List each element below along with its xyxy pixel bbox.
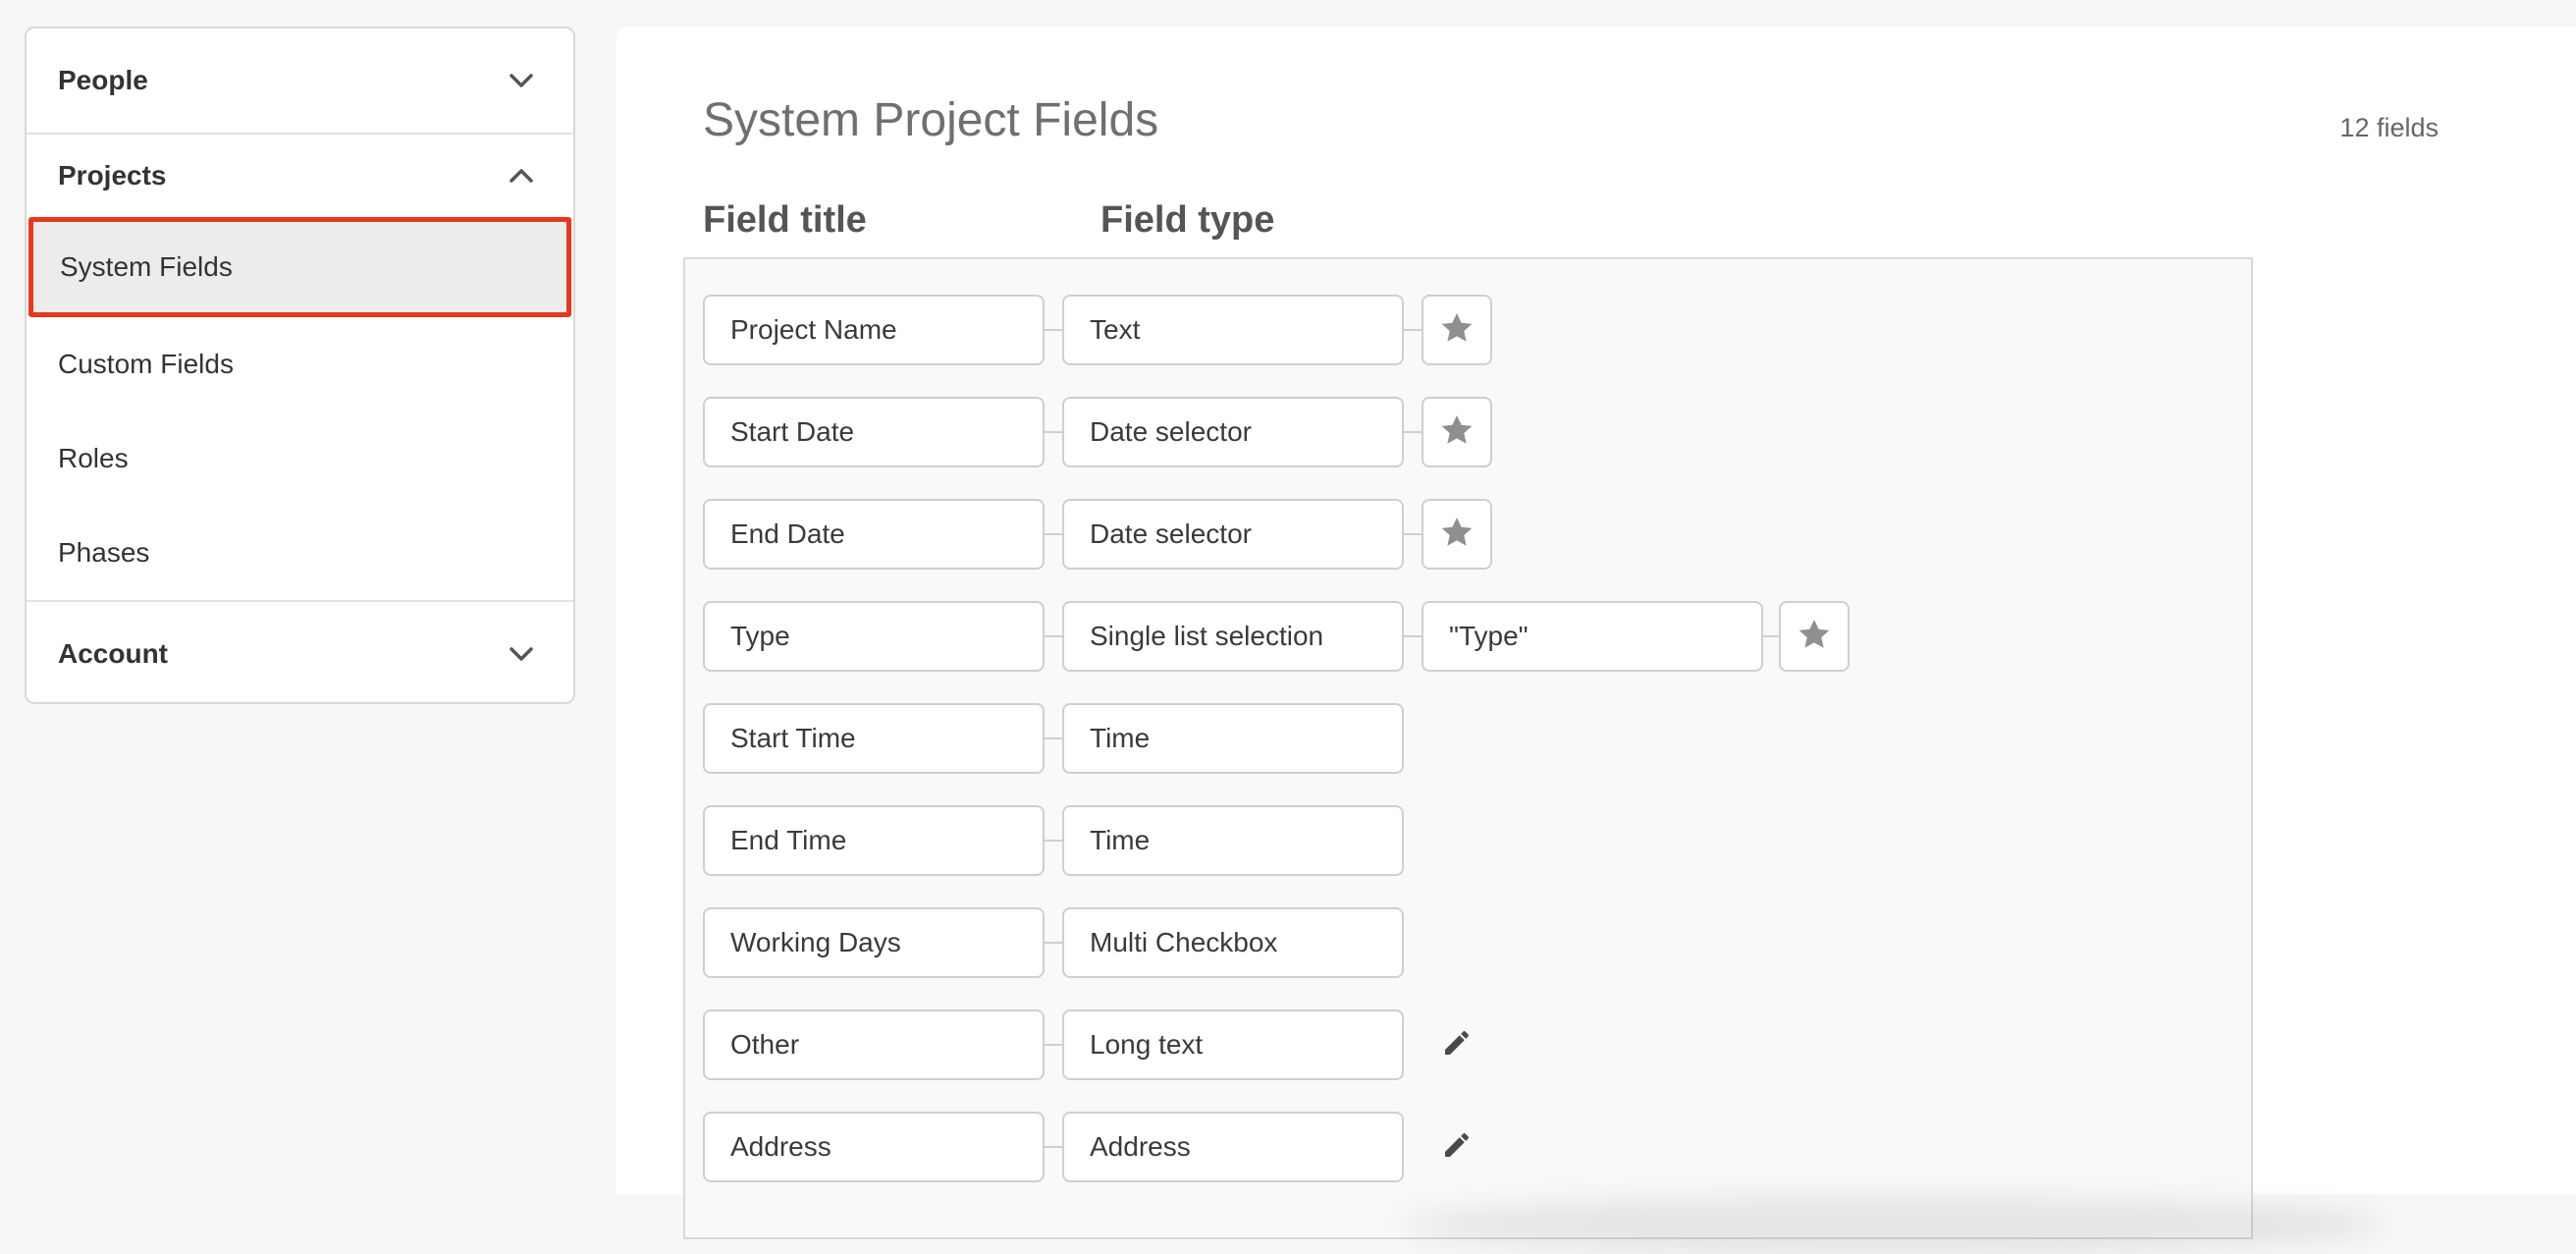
field-count: 12 fields — [2339, 113, 2439, 142]
bottom-shadow — [1402, 1195, 2384, 1254]
sidebar-section-label: Projects — [58, 160, 167, 191]
edit-button[interactable] — [1422, 1009, 1492, 1080]
row-connector — [1404, 329, 1422, 331]
field-title-input[interactable]: Type — [703, 601, 1045, 672]
pencil-icon — [1441, 1027, 1473, 1063]
field-row: Address Address — [685, 1112, 2251, 1182]
field-type-select[interactable]: Single list selection — [1062, 601, 1404, 672]
field-title-input[interactable]: Working Days — [703, 907, 1045, 978]
chevron-up-icon — [509, 163, 534, 189]
sidebar-item-label: System Fields — [60, 251, 233, 282]
sidebar-item-custom-fields[interactable]: Custom Fields — [27, 317, 573, 411]
favorite-button[interactable] — [1779, 601, 1850, 672]
field-row: Working Days Multi Checkbox — [685, 907, 2251, 978]
field-title-input[interactable]: Address — [703, 1112, 1045, 1182]
star-icon — [1796, 616, 1833, 658]
field-row: End Time Time — [685, 805, 2251, 876]
field-type-select[interactable]: Date selector — [1062, 397, 1404, 467]
sidebar-item-system-fields[interactable]: System Fields — [28, 217, 571, 317]
field-row: Start Date Date selector — [685, 397, 2251, 467]
field-row: Other Long text — [685, 1009, 2251, 1080]
field-type-select[interactable]: Address — [1062, 1112, 1404, 1182]
column-header-type: Field type — [1100, 199, 1275, 241]
sidebar-section-label: People — [58, 65, 148, 95]
sidebar-item-label: Custom Fields — [58, 349, 234, 379]
row-connector — [1045, 1044, 1062, 1046]
list-source-select[interactable]: "Type" — [1422, 601, 1763, 672]
row-connector — [1404, 533, 1422, 535]
row-connector — [1045, 840, 1062, 842]
field-row: End Date Date selector — [685, 499, 2251, 570]
field-type-select[interactable]: Date selector — [1062, 499, 1404, 570]
field-title-input[interactable]: Start Date — [703, 397, 1045, 467]
row-connector — [1045, 533, 1062, 535]
favorite-button[interactable] — [1422, 295, 1492, 365]
field-title-input[interactable]: End Time — [703, 805, 1045, 876]
field-title-input[interactable]: Other — [703, 1009, 1045, 1080]
row-connector — [1045, 942, 1062, 944]
star-icon — [1438, 411, 1476, 454]
sidebar-section-label: Account — [58, 638, 168, 669]
field-title-input[interactable]: Start Time — [703, 703, 1045, 774]
column-header-title: Field title — [703, 199, 867, 241]
star-icon — [1438, 309, 1476, 352]
field-row: Type Single list selection "Type" — [685, 601, 2251, 672]
field-type-select[interactable]: Multi Checkbox — [1062, 907, 1404, 978]
fields-list: Project Name Text Start Date Date select… — [683, 257, 2253, 1239]
settings-sidebar: People Projects System Fields Custom Fie… — [25, 27, 575, 704]
favorite-button[interactable] — [1422, 499, 1492, 570]
sidebar-item-label: Roles — [58, 443, 129, 473]
chevron-down-icon — [509, 68, 534, 93]
field-title-input[interactable]: End Date — [703, 499, 1045, 570]
field-type-select[interactable]: Long text — [1062, 1009, 1404, 1080]
sidebar-section-account[interactable]: Account — [27, 602, 573, 702]
favorite-button[interactable] — [1422, 397, 1492, 467]
chevron-down-icon — [509, 641, 534, 667]
sidebar-section-projects[interactable]: Projects — [27, 135, 573, 217]
pencil-icon — [1441, 1129, 1473, 1166]
field-type-select[interactable]: Time — [1062, 703, 1404, 774]
edit-button[interactable] — [1422, 1112, 1492, 1182]
sidebar-item-roles[interactable]: Roles — [27, 411, 573, 506]
field-title-input[interactable]: Project Name — [703, 295, 1045, 365]
field-type-select[interactable]: Time — [1062, 805, 1404, 876]
star-icon — [1438, 514, 1476, 556]
field-row: Start Time Time — [685, 703, 2251, 774]
sidebar-item-label: Phases — [58, 537, 150, 568]
row-connector — [1404, 431, 1422, 433]
page-title: System Project Fields — [703, 94, 1159, 146]
row-connector — [1045, 329, 1062, 331]
field-row: Project Name Text — [685, 295, 2251, 365]
sidebar-section-people[interactable]: People — [27, 28, 573, 133]
row-connector — [1045, 635, 1062, 637]
row-connector — [1404, 635, 1422, 637]
sidebar-item-phases[interactable]: Phases — [27, 506, 573, 600]
field-type-select[interactable]: Text — [1062, 295, 1404, 365]
row-connector — [1045, 737, 1062, 739]
main-panel: System Project Fields 12 fields Field ti… — [617, 27, 2576, 1254]
row-connector — [1045, 1146, 1062, 1148]
row-connector — [1045, 431, 1062, 433]
